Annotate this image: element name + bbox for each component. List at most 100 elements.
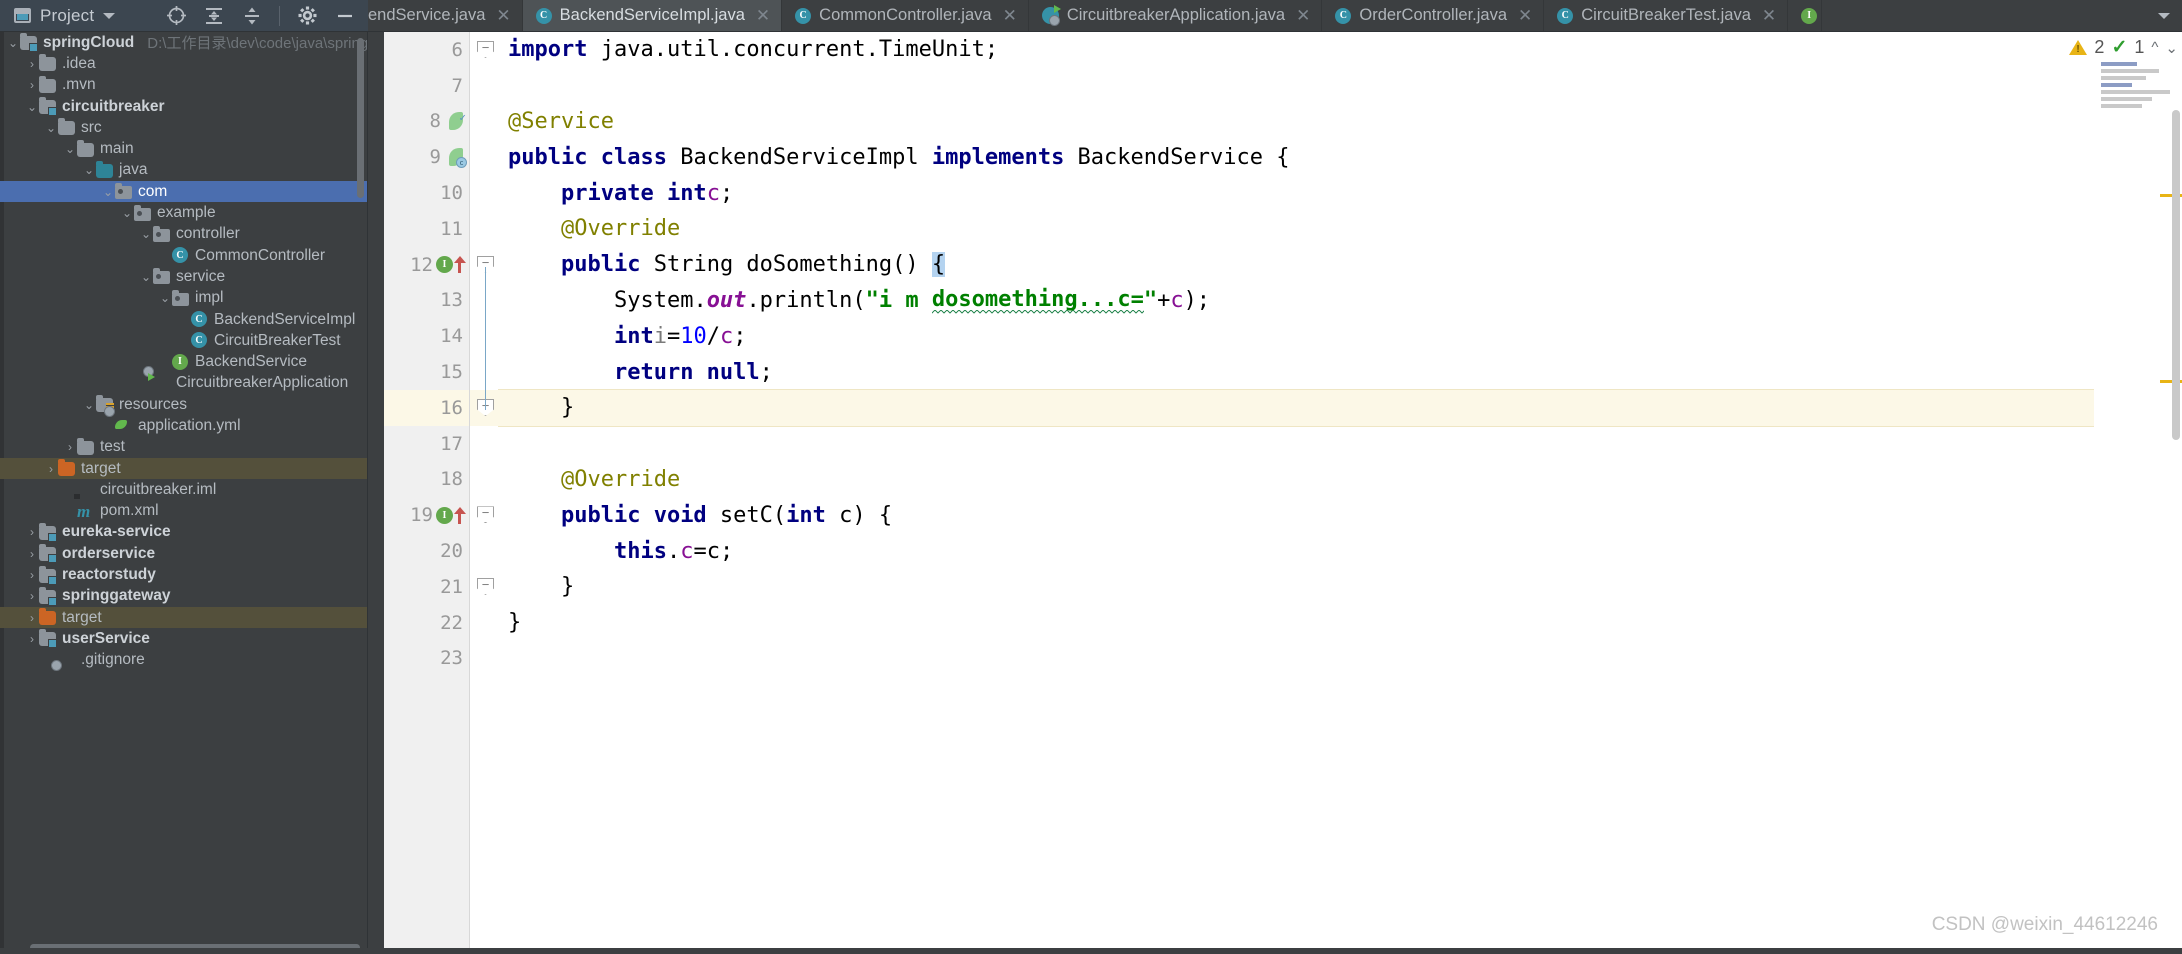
chevron-down-icon[interactable]: ⌄ — [25, 100, 39, 114]
editor-analysis-sidebar[interactable]: 2 ✓ 1 ^ ⌄ — [2069, 32, 2182, 954]
code-line-12[interactable]: public String doSomething() { — [498, 247, 2094, 283]
chevron-down-icon[interactable]: ⌄ — [101, 185, 115, 199]
editor-tab-2[interactable]: C CommonController.java ✕ — [782, 0, 1029, 31]
expand-all-icon[interactable] — [203, 5, 225, 27]
chevron-right-icon[interactable]: › — [25, 632, 39, 646]
chevron-down-icon[interactable]: ⌄ — [139, 227, 153, 241]
gear-icon[interactable] — [296, 5, 318, 27]
tree-item-service[interactable]: ⌄ service — [0, 266, 367, 287]
code-line-13[interactable]: System. out .println("i m dosomething...c=… — [498, 283, 2094, 319]
close-icon[interactable]: ✕ — [496, 6, 510, 26]
tree-item-eureka-service[interactable]: › eureka-service — [0, 522, 367, 543]
gutter-line-23[interactable]: 23 — [384, 641, 469, 677]
gutter-line-18[interactable]: 18 — [384, 462, 469, 498]
chevron-right-icon[interactable]: › — [25, 589, 39, 603]
tab-list-chevron-icon[interactable] — [2146, 0, 2182, 31]
editor-tab-3[interactable]: CircuitbreakerApplication.java ✕ — [1029, 0, 1323, 31]
editor-tab-5[interactable]: C CircuitBreakerTest.java ✕ — [1544, 0, 1789, 31]
tree-item-example[interactable]: ⌄ example — [0, 202, 367, 223]
code-line-14[interactable]: int i = 10/c; — [498, 318, 2094, 354]
editor-tab-overflow[interactable]: I — [1788, 0, 1823, 31]
code-line-11[interactable]: @Override — [498, 211, 2094, 247]
gutter-line-15[interactable]: 15 — [384, 354, 469, 390]
gutter-line-13[interactable]: 13 — [384, 283, 469, 319]
chevron-right-icon[interactable]: › — [44, 462, 58, 476]
close-icon[interactable]: ✕ — [1518, 6, 1532, 26]
gutter-line-10[interactable]: 10 — [384, 175, 469, 211]
tree-item--mvn[interactable]: › .mvn — [0, 75, 367, 96]
editor-vertical-scrollbar[interactable] — [2172, 110, 2180, 440]
close-icon[interactable]: ✕ — [756, 6, 770, 26]
close-icon[interactable]: ✕ — [1762, 6, 1776, 26]
tree-item-circuitbreaker[interactable]: ⌄ circuitbreaker — [0, 96, 367, 117]
code-line-19[interactable]: public void setC(int c) { — [498, 497, 2094, 533]
tree-item--idea[interactable]: › .idea — [0, 53, 367, 74]
tree-item-resources[interactable]: ⌄ resources — [0, 394, 367, 415]
code-fold-toggle[interactable]: − — [477, 506, 494, 524]
tree-item-springcloud[interactable]: ⌄ springCloud D:\工作目录\dev\code\java\spring… — [0, 32, 367, 53]
tree-item-backendservice[interactable]: I BackendService — [0, 351, 367, 372]
gutter-line-7[interactable]: 7 — [384, 68, 469, 104]
override-arrow-icon[interactable] — [454, 506, 466, 524]
tree-item-circuitbreakerapplication[interactable]: CircuitbreakerApplication — [0, 373, 367, 394]
chevron-right-icon[interactable]: › — [25, 525, 39, 539]
code-line-20[interactable]: this. c =c; — [498, 533, 2094, 569]
tree-item-controller[interactable]: ⌄ controller — [0, 224, 367, 245]
gutter-line-17[interactable]: 17 — [384, 426, 469, 462]
locate-icon[interactable] — [165, 5, 187, 27]
chevron-down-icon[interactable]: ⌄ — [139, 270, 153, 284]
chevron-down-icon[interactable]: ⌄ — [158, 291, 172, 305]
code-line-23[interactable] — [498, 641, 2094, 677]
code-fold-toggle[interactable]: − — [477, 41, 494, 58]
code-line-15[interactable]: return null; — [498, 354, 2094, 390]
chevron-right-icon[interactable]: › — [25, 568, 39, 582]
implementing-method-icon[interactable]: I — [436, 256, 453, 274]
code-editor[interactable]: 6 7 8 ✓ 9 c 10 11 12 I 13 14 15 16 17 18 19 I 20 21 22 23 − − −… — [368, 32, 2182, 954]
tree-item-com[interactable]: ⌄ com — [0, 181, 367, 203]
tree-item-java[interactable]: ⌄ java — [0, 160, 367, 181]
chevron-up-icon[interactable]: ^ — [2151, 39, 2158, 56]
gutter-line-8[interactable]: 8 ✓ — [384, 104, 469, 140]
tree-item-test[interactable]: › test — [0, 437, 367, 458]
close-icon[interactable]: ✕ — [1003, 6, 1017, 26]
tree-item-backendserviceimpl[interactable]: C BackendServiceImpl — [0, 309, 367, 330]
code-line-6[interactable]: import java.util.concurrent.TimeUnit; — [498, 32, 2094, 68]
close-icon[interactable]: ✕ — [1296, 6, 1310, 26]
tree-item-orderservice[interactable]: › orderservice — [0, 543, 367, 564]
editor-fold-column[interactable]: − − − − − — [470, 32, 498, 954]
tree-vertical-scrollbar[interactable] — [357, 38, 364, 198]
chevron-right-icon[interactable]: › — [25, 57, 39, 71]
code-line-22[interactable]: } — [498, 605, 2094, 641]
chevron-down-icon[interactable] — [103, 12, 116, 19]
chevron-down-icon[interactable]: ⌄ — [6, 36, 20, 50]
tree-item-application-yml[interactable]: application.yml — [0, 415, 367, 436]
editor-minimap[interactable] — [2101, 62, 2179, 108]
implementing-method-icon[interactable]: I — [436, 506, 453, 524]
inspection-widget[interactable]: 2 ✓ 1 ^ ⌄ — [2069, 36, 2182, 59]
code-line-7[interactable] — [498, 68, 2094, 104]
gutter-line-16[interactable]: 16 — [384, 389, 469, 426]
override-arrow-icon[interactable] — [454, 256, 466, 274]
gutter-line-9[interactable]: 9c — [384, 139, 469, 175]
tree-item-reactorstudy[interactable]: › reactorstudy — [0, 564, 367, 585]
gutter-line-21[interactable]: 21 — [384, 569, 469, 605]
chevron-down-icon[interactable]: ⌄ — [2165, 39, 2178, 57]
gutter-line-12[interactable]: 12 I — [384, 247, 469, 283]
tree-item-circuitbreakertest[interactable]: C CircuitBreakerTest — [0, 330, 367, 351]
tree-item-circuitbreaker-iml[interactable]: circuitbreaker.iml — [0, 479, 367, 500]
chevron-down-icon[interactable]: ⌄ — [44, 121, 58, 135]
code-line-21[interactable]: } — [498, 569, 2094, 605]
chevron-right-icon[interactable]: › — [25, 547, 39, 561]
chevron-right-icon[interactable]: › — [63, 440, 77, 454]
editor-tab-4[interactable]: C OrderController.java ✕ — [1322, 0, 1545, 31]
tree-item-target[interactable]: › target — [0, 457, 367, 480]
project-title-group[interactable]: Project — [14, 6, 116, 26]
chevron-down-icon[interactable]: ⌄ — [82, 398, 96, 412]
gutter-line-14[interactable]: 14 — [384, 318, 469, 354]
editor-code-area[interactable]: import java.util.concurrent.TimeUnit; @Se… — [498, 32, 2094, 954]
code-fold-toggle[interactable]: − — [477, 577, 494, 595]
chevron-down-icon[interactable]: ⌄ — [120, 206, 134, 220]
tree-item-commoncontroller[interactable]: C CommonController — [0, 245, 367, 266]
code-line-8[interactable]: @Service — [498, 104, 2094, 140]
gutter-line-20[interactable]: 20 — [384, 533, 469, 569]
